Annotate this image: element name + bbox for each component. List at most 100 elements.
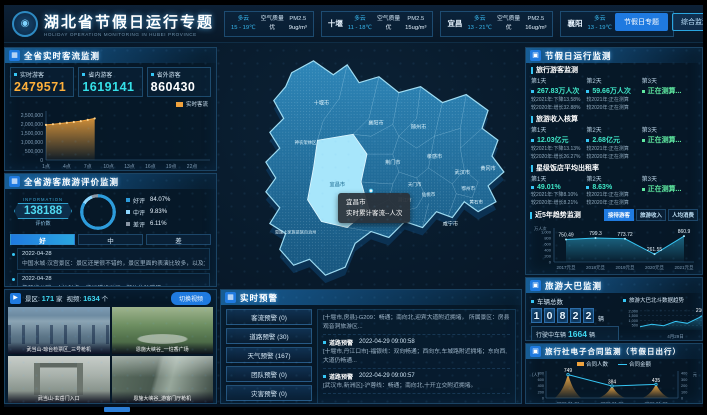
alert-item[interactable]: 道路预警2022-04-29 09:00:57 [武汉市,新洲区]-沪蓉线：畅通… [323,369,510,394]
alert-time: 2022-04-29 09:00:58 [359,339,415,345]
svg-text:600: 600 [544,242,551,247]
section-title: 旅游收入核算 [536,114,578,124]
holiday-day: 第1天 49.01% 较2021年:下降8.10% 较2020年:增长8.21% [531,174,586,207]
svg-text:4点: 4点 [62,164,70,170]
bus-trend-chart: 5001,0001,5002,00021054月29日 [623,304,703,341]
holiday-day: 第3天 正在测算... [642,125,697,161]
province-map[interactable]: 十堰市襄阳市随州市神农架林区宜昌市荆门市孝感市武汉市黄冈市恩施土家族苗族自治州天… [220,45,522,291]
trend-tab[interactable]: 接待游客 [604,209,634,221]
tooltip-city: 宜昌市 [346,197,402,208]
svg-text:元: 元 [693,372,697,378]
alert-message-list: [十堰市,房县]-G209：畅通；南向北,迎宾大道附近拥堵， 所属景区：房县观音… [317,309,516,404]
panel-title: 旅行社电子合同监测（节假日出行） [545,346,681,357]
camera-tile[interactable]: 恩施大峡谷_游客门厅枪机 [112,356,214,403]
camera-caption: 武当山-琼台检票区_三号枪机 [8,342,110,354]
panel-header: ▦ 实时预警 [221,290,521,305]
review-tab[interactable]: 好 [10,234,75,245]
video-count: 视频: 1634 个 [66,293,108,303]
day-label: 第1天 [531,174,586,183]
weather-condition: 多云 [348,15,372,24]
map-city-label: 神农架林区 [295,139,317,146]
map-city-label: 随州市 [411,122,426,130]
panel-alerts: ▦ 实时预警 客流预警 (0) 道路预警 (30) 天气预警 (167) 团队预警 (… [220,289,522,404]
weather-city: 十堰 [328,18,343,29]
alert-item[interactable]: 道路预警2022-04-29 09:00:58 [十堰市,丹江口市]-福银线：双… [323,335,510,369]
bus-body: 车辆总数 10822辆 行驶中车辆1664辆 旅游大巴北斗数据趋势 5001,0… [526,293,702,341]
header-button[interactable]: 节假日专题 [615,13,668,31]
amount-line [618,364,627,365]
camera-tile[interactable]: 恩施大峡谷_一炷香广场 [112,307,214,354]
bus-chart-block: 旅游大巴北斗数据趋势 5001,0001,5002,00021054月29日 [623,296,697,341]
review-tabs: 好中差 [5,232,216,247]
panel-reviews: ▦ 全省游客旅游评价监测 INFORMATION 138188 评价数 好评 8… [4,173,217,287]
svg-text:7点: 7点 [83,164,91,170]
panel-holiday: ▣ 节假日运行监测 旅行游客监测 第1天 267.83万人次 较2021年:下降… [525,47,703,275]
alert-type: 道路预警 [329,372,353,381]
svg-text:16点: 16点 [145,164,156,170]
taskbar-accent [104,407,130,412]
svg-text:800: 800 [538,372,544,376]
holiday-day: 第1天 267.83万人次 较2021年:下降13.58% 较2020年:增长3… [531,76,586,112]
svg-text:2,000,000: 2,000,000 [20,122,42,128]
holiday-section: 旅游收入核算 第1天 12.03亿元 较2021年:下降13.13% 较2020… [526,112,702,161]
review-legend: 好评 84.07% 中评 9.83% 差评 6.11% [120,196,211,229]
review-count-badge: INFORMATION 138188 评价数 [10,197,76,227]
legend-swatch [176,102,183,107]
bus-chart-title: 旅游大巴北斗数据趋势 [623,296,697,304]
day-compare-2021: 较2021年:正在测算 [586,97,641,105]
panel-bus: ▣ 旅游大巴监测 车辆总数 10822辆 行驶中车辆1664辆 旅游大巴北斗数据… [525,277,703,341]
section-title: 星级饭店平均出租率 [536,163,599,173]
svg-text:1,000,000: 1,000,000 [20,140,42,146]
header-buttons: 节假日专题综合监测 [615,13,703,31]
title-block: 湖北省节假日运行专题 HOLIDAY OPERATION MONITORING … [44,11,214,37]
panel-title: 节假日运行监测 [545,50,612,62]
stat-card: 省内游客 1619141 [78,67,142,97]
alert-tab[interactable]: 天气预警 (167) [226,347,312,363]
app-logo-icon: ◉ [12,11,38,37]
day-label: 第2天 [586,174,641,183]
trend-tab[interactable]: 旅游收入 [636,209,666,221]
alert-item[interactable]: [十堰市,房县]-G209：畅通；南向北,迎宾大道附近拥堵， 所属景区：房县观音… [323,312,510,335]
header-bar: ◉ 湖北省节假日运行专题 HOLIDAY OPERATION MONITORIN… [4,5,703,43]
header-button[interactable]: 综合监测 [672,13,703,31]
day-value: 8.63% [592,184,612,191]
switch-video-button[interactable]: 切换视频 [171,292,211,305]
map-city-label: 武汉市 [455,168,470,176]
svg-text:200: 200 [681,384,687,388]
stat-label: 省内游客 [88,70,112,79]
page-subtitle: HOLIDAY OPERATION MONITORING IN HUBEI PR… [44,32,214,37]
camera-caption: 恩施大峡谷_一炷香广场 [112,342,214,354]
weather-condition: 多云 [587,15,612,24]
map-city-label: 襄阳市 [368,118,383,126]
holiday-day: 第3天 正在测算... [642,76,697,112]
camera-tile[interactable]: 武当山-琼台检票区_三号枪机 [8,307,110,354]
review-count: 138188 [14,203,72,219]
alert-tab[interactable]: 灾害预警 (0) [226,385,312,401]
svg-text:300: 300 [681,378,687,382]
alert-tab[interactable]: 团队预警 (0) [226,366,312,382]
grid-icon: ▦ [9,176,20,187]
contract-legend: 合同人数 合同金额 [526,359,702,368]
day-value: 正在测算... [648,86,682,96]
alert-tab[interactable]: 客流预警 (0) [226,309,312,325]
day-compare-2020: 较2020年:增长8.21% [531,200,586,208]
review-tab[interactable]: 差 [146,234,211,245]
day-value: 12.03亿元 [537,135,569,145]
day-label: 第3天 [642,125,697,134]
camera-tile[interactable]: 武当山-玄岳门入口 [8,356,110,403]
trend-tabs: 接待游客旅游收入人均消费 [604,209,698,221]
review-tab[interactable]: 中 [78,234,143,245]
svg-text:860.9: 860.9 [678,229,691,235]
alert-tab[interactable]: 道路预警 (30) [226,328,312,344]
panel-header: ▣ 节假日运行监测 [526,48,702,63]
svg-text:2105: 2105 [696,308,703,314]
digit-cell: 8 [557,308,568,323]
bus-total-digits: 10822辆 [531,308,619,323]
svg-text:2022-01-03: 2022-01-03 [644,401,668,404]
trend-tab[interactable]: 人均消费 [668,209,698,221]
review-donut-chart [80,194,116,230]
stat-cards: 实时游客 2479571 省内游客 1619141 省外游客 860430 [5,63,216,99]
panel-title: 实时预警 [240,292,278,304]
legend-dot [126,222,130,226]
review-item: 2022-04-28 中国水城·汉宫景区：景区还是很不错的，景区里面的表演比较多… [17,248,210,270]
